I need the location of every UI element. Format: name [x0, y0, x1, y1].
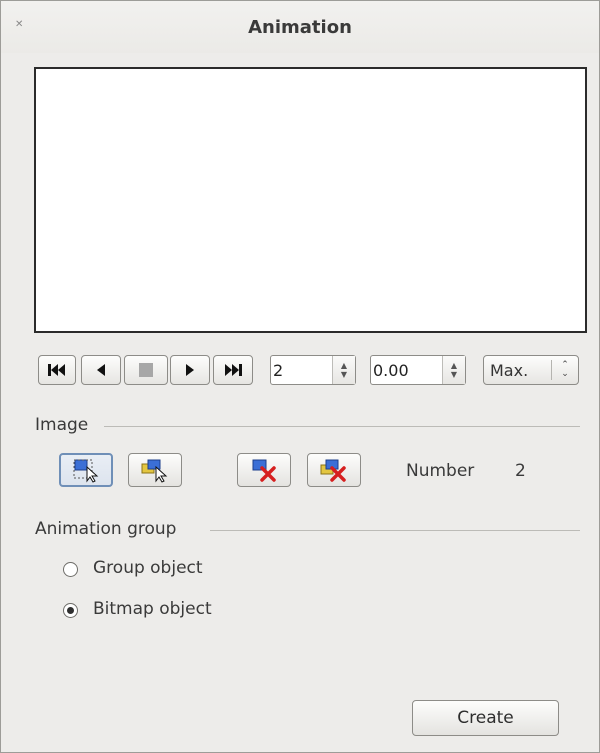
- group-object-label[interactable]: Group object: [93, 558, 203, 578]
- delete-current-image-button[interactable]: [237, 453, 291, 487]
- loop-count-select[interactable]: Max. ⌃ ⌄: [483, 355, 579, 385]
- duration-value: 0.00: [373, 361, 409, 380]
- skip-first-icon: [48, 364, 65, 376]
- animation-preview: [34, 67, 587, 333]
- group-object-radio[interactable]: [63, 562, 78, 577]
- image-section-divider: [104, 426, 580, 427]
- backward-button[interactable]: [81, 355, 121, 385]
- image-number-spinbox[interactable]: 2 ▲ ▼: [270, 355, 356, 385]
- delete-all-images-icon: [320, 459, 346, 482]
- animation-group-label: Animation group: [35, 519, 177, 539]
- spin-arrows-icon[interactable]: ▲ ▼: [332, 356, 355, 384]
- image-number-label: Number: [406, 461, 475, 481]
- delete-all-images-button[interactable]: [307, 453, 361, 487]
- play-button[interactable]: [170, 355, 210, 385]
- play-backward-icon: [97, 364, 105, 376]
- spin-arrows-icon[interactable]: ▲ ▼: [442, 356, 465, 384]
- delete-current-image-icon: [252, 459, 276, 482]
- last-image-button[interactable]: [213, 355, 253, 385]
- title-bar: ✕ Animation: [1, 1, 599, 53]
- dialog-title: Animation: [248, 17, 352, 38]
- duration-spinbox[interactable]: 0.00 ▲ ▼: [370, 355, 466, 385]
- image-count-value: 2: [515, 461, 526, 481]
- animation-group-divider: [210, 530, 580, 531]
- image-section-label: Image: [35, 415, 89, 435]
- stop-button[interactable]: [124, 355, 168, 385]
- apply-object-icon: [73, 459, 99, 483]
- create-button[interactable]: Create: [412, 700, 559, 736]
- select-arrows-icon: ⌃ ⌄: [551, 360, 578, 380]
- apply-object-button[interactable]: [59, 453, 113, 487]
- bitmap-object-radio[interactable]: [63, 603, 78, 618]
- play-icon: [186, 364, 194, 376]
- animation-dialog: ✕ Animation 2 ▲ ▼ 0.00 ▲ ▼ Max. ⌃ ⌄ Imag…: [0, 0, 600, 753]
- radio-selected-indicator: [67, 607, 74, 614]
- apply-objects-individually-button[interactable]: [128, 453, 182, 487]
- apply-objects-individually-icon: [141, 459, 168, 483]
- skip-last-icon: [225, 364, 242, 376]
- first-image-button[interactable]: [38, 355, 76, 385]
- stop-icon: [139, 363, 153, 377]
- bitmap-object-label[interactable]: Bitmap object: [93, 599, 212, 619]
- loop-count-value: Max.: [490, 361, 529, 380]
- image-number-value: 2: [273, 361, 284, 380]
